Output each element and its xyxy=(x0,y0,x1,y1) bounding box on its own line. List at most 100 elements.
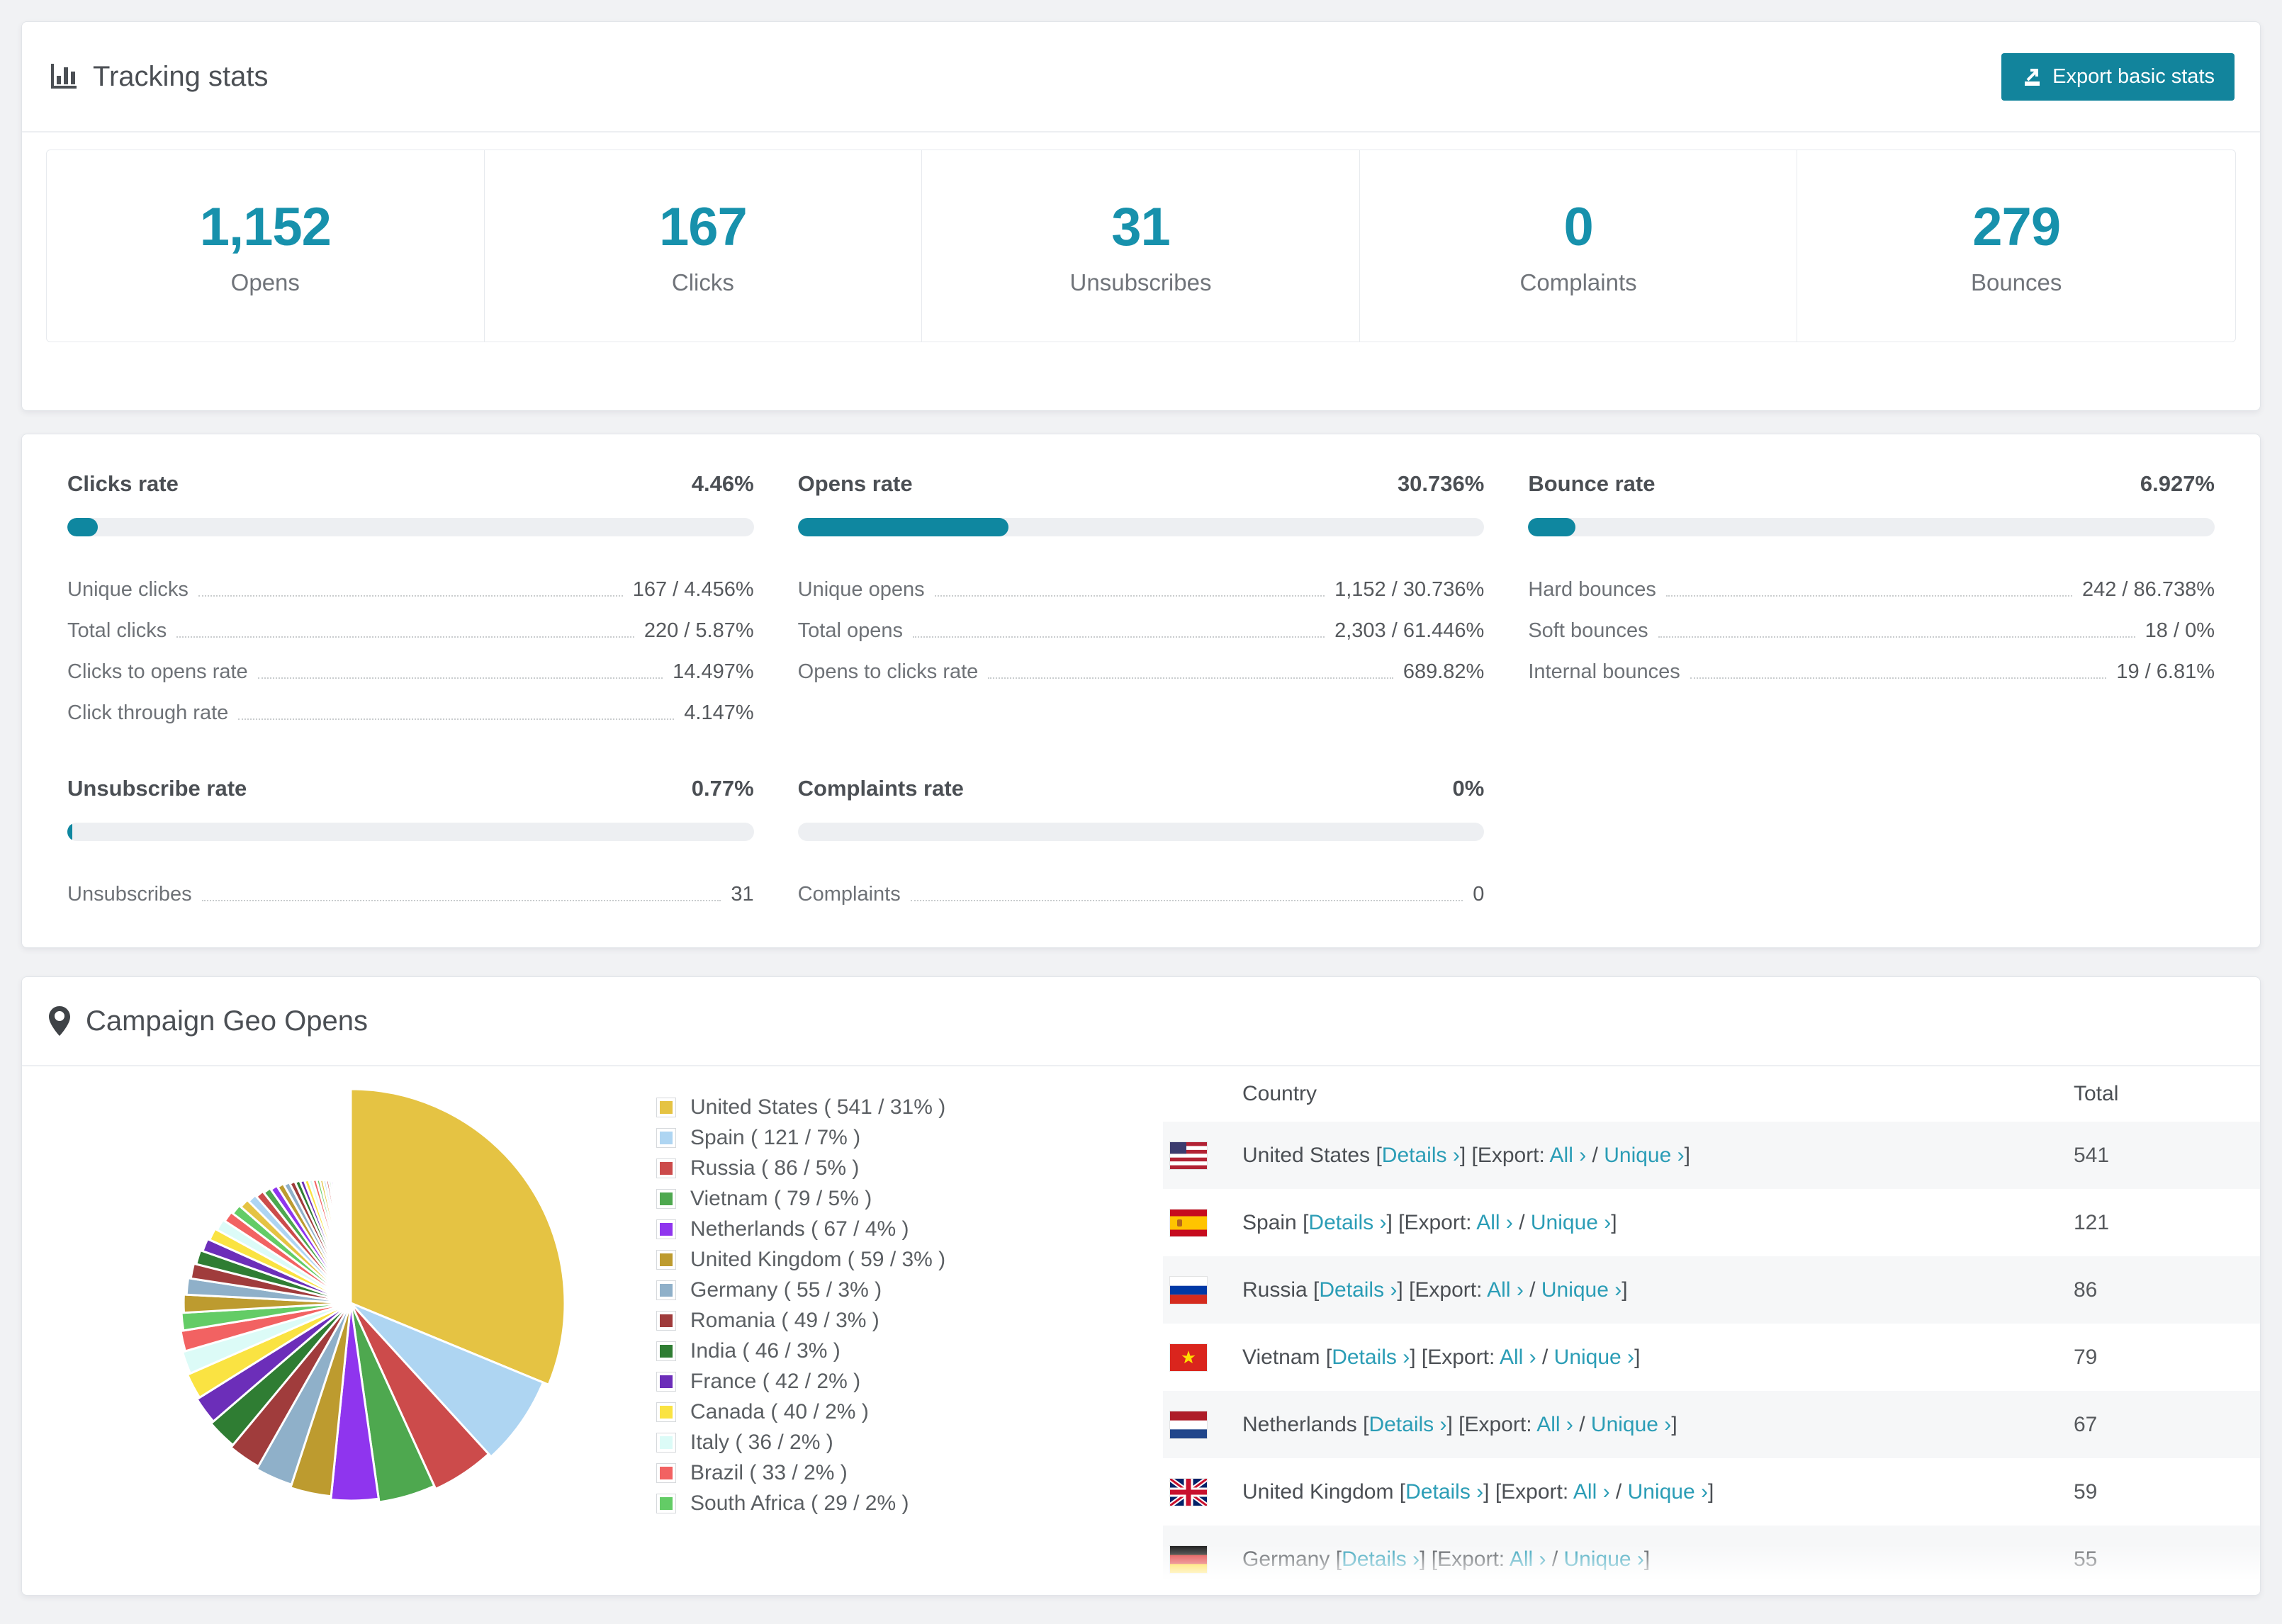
rate-row: Opens to clicks rate 689.82% xyxy=(798,643,1485,684)
export-unique-link[interactable]: Unique › xyxy=(1531,1211,1611,1234)
legend-item: South Africa ( 29 / 2% ) xyxy=(656,1488,945,1518)
country-total: 86 xyxy=(2074,1278,2098,1302)
export-all-link[interactable]: All › xyxy=(1536,1413,1573,1436)
rate-title: Opens rate xyxy=(797,471,913,496)
rate-header: Complaints rate 0% xyxy=(798,776,1485,801)
bar-chart-icon xyxy=(47,61,79,92)
bracket: ] xyxy=(1643,1547,1651,1571)
legend-item: Italy ( 36 / 2% ) xyxy=(656,1427,945,1457)
rate-row: Click through rate 4.147% xyxy=(67,684,754,725)
rate-row-value: 689.82% xyxy=(1403,660,1485,683)
dotted-leader xyxy=(1665,595,2072,597)
country-name: Netherlands xyxy=(1242,1412,1364,1436)
legend-item: India ( 46 / 3% ) xyxy=(656,1336,945,1366)
summary-stat-value: 167 xyxy=(658,196,748,257)
legend-label: Russia ( 86 / 5% ) xyxy=(690,1156,860,1180)
progress-bar-fill xyxy=(67,823,73,841)
details-link[interactable]: Details › xyxy=(1319,1278,1397,1302)
rate-row: Clicks to opens rate 14.497% xyxy=(67,643,754,684)
details-link[interactable]: Details › xyxy=(1308,1211,1386,1234)
legend-label: Netherlands ( 67 / 4% ) xyxy=(690,1217,909,1241)
dotted-leader xyxy=(257,677,663,679)
slash: / xyxy=(1586,1143,1604,1167)
rate-header: Bounce rate 6.927% xyxy=(1528,471,2215,497)
geo-legend: United States ( 541 / 31% ) Spain ( 121 /… xyxy=(656,1092,945,1518)
bracket: [ xyxy=(1335,1547,1342,1571)
summary-stat: 31 Unsubscribes xyxy=(922,150,1360,342)
export-basic-stats-button[interactable]: Export basic stats xyxy=(2001,52,2235,101)
rate-row-label: Hard bounces xyxy=(1528,578,1656,601)
rate-header: Opens rate 30.736% xyxy=(798,471,1485,497)
country-total: 541 xyxy=(2074,1143,2110,1167)
country-name: Vietnam xyxy=(1242,1345,1326,1369)
country-cell: Germany [Details ›] [Export: All › / Uni… xyxy=(1242,1547,2074,1572)
country-total: 55 xyxy=(2074,1547,2098,1571)
details-link[interactable]: Details › xyxy=(1332,1346,1410,1369)
rate-row-value: 14.497% xyxy=(673,660,754,683)
summary-stat-value: 31 xyxy=(1111,196,1171,257)
rate-rows: Unsubscribes 31 xyxy=(67,865,754,906)
rates-card: Clicks rate 4.46% Unique clicks 167 / 4.456… xyxy=(21,434,2261,948)
rate-row: Unique opens 1,152 / 30.736% xyxy=(798,560,1485,602)
legend-item: Russia ( 86 / 5% ) xyxy=(656,1153,945,1183)
rate-row: Unsubscribes 31 xyxy=(67,865,754,906)
map-pin-icon xyxy=(47,1005,72,1037)
geo-table-header: Country Total xyxy=(1163,1066,2260,1122)
rate-row-value: 18 / 0% xyxy=(2145,619,2215,642)
geo-pie-chart xyxy=(130,1082,572,1524)
country-cell: Vietnam [Details ›] [Export: All › / Uni… xyxy=(1242,1346,2074,1370)
details-link[interactable]: Details › xyxy=(1405,1480,1483,1504)
progress-bar-fill xyxy=(1528,518,1576,536)
bracket: ] [Export: xyxy=(1446,1412,1537,1436)
legend-item: Brazil ( 33 / 2% ) xyxy=(656,1457,945,1488)
bracket: ] [Export: xyxy=(1483,1479,1573,1504)
country-total: 121 xyxy=(2074,1210,2110,1234)
bounce-rate: Bounce rate 6.927% Hard bounces 242 / 86.73… xyxy=(1528,471,2215,725)
flag-us-icon xyxy=(1170,1141,1207,1169)
geo-content: United States ( 541 / 31% ) Spain ( 121 /… xyxy=(22,1066,2260,1594)
slash: / xyxy=(1523,1278,1541,1302)
country-total: 67 xyxy=(2074,1412,2098,1436)
export-unique-link[interactable]: Unique › xyxy=(1564,1547,1644,1571)
legend-item: Germany ( 55 / 3% ) xyxy=(656,1275,945,1305)
export-unique-link[interactable]: Unique › xyxy=(1604,1144,1684,1167)
export-unique-link[interactable]: Unique › xyxy=(1554,1346,1634,1369)
rate-row-label: Internal bounces xyxy=(1528,660,1680,683)
geo-title: Campaign Geo Opens xyxy=(86,1005,369,1037)
export-unique-link[interactable]: Unique › xyxy=(1591,1413,1671,1436)
details-link[interactable]: Details › xyxy=(1342,1547,1420,1571)
export-all-link[interactable]: All › xyxy=(1573,1480,1610,1504)
country-name: Russia xyxy=(1242,1278,1314,1302)
dotted-leader xyxy=(912,636,1325,638)
slash: / xyxy=(1609,1479,1628,1504)
details-link[interactable]: Details › xyxy=(1382,1144,1460,1167)
country-name: Germany xyxy=(1242,1547,1336,1571)
rate-header: Clicks rate 4.46% xyxy=(67,471,754,497)
legend-swatch xyxy=(656,1432,676,1453)
export-all-link[interactable]: All › xyxy=(1500,1346,1536,1369)
campaign-geo-opens-card: Campaign Geo Opens United States ( 541 /… xyxy=(21,976,2261,1596)
details-link[interactable]: Details › xyxy=(1368,1413,1446,1436)
export-all-link[interactable]: All › xyxy=(1510,1547,1546,1571)
dotted-leader xyxy=(934,595,1325,597)
legend-label: Brazil ( 33 / 2% ) xyxy=(690,1460,848,1484)
legend-label: Vietnam ( 79 / 5% ) xyxy=(690,1186,872,1210)
rate-row-value: 4.147% xyxy=(684,701,754,724)
rate-rows: Unique opens 1,152 / 30.736% Total opens 2,… xyxy=(798,560,1485,684)
rate-row-label: Total clicks xyxy=(67,619,167,642)
export-unique-link[interactable]: Unique › xyxy=(1541,1278,1621,1302)
export-all-link[interactable]: All › xyxy=(1550,1144,1587,1167)
rate-row-value: 0 xyxy=(1473,883,1485,906)
flag-ru-icon xyxy=(1170,1276,1207,1304)
rate-rows: Unique clicks 167 / 4.456% Total clicks 220… xyxy=(67,560,754,725)
column-header-country: Country xyxy=(1242,1082,1317,1105)
rate-row: Total clicks 220 / 5.87% xyxy=(67,602,754,643)
export-unique-link[interactable]: Unique › xyxy=(1628,1480,1708,1504)
flag-nl-icon xyxy=(1170,1411,1207,1438)
export-all-link[interactable]: All › xyxy=(1476,1211,1513,1234)
export-all-link[interactable]: All › xyxy=(1487,1278,1524,1302)
rate-header: Unsubscribe rate 0.77% xyxy=(67,776,754,801)
rate-title: Clicks rate xyxy=(67,471,179,496)
slash: / xyxy=(1573,1412,1591,1436)
flag-es-icon xyxy=(1170,1209,1207,1236)
